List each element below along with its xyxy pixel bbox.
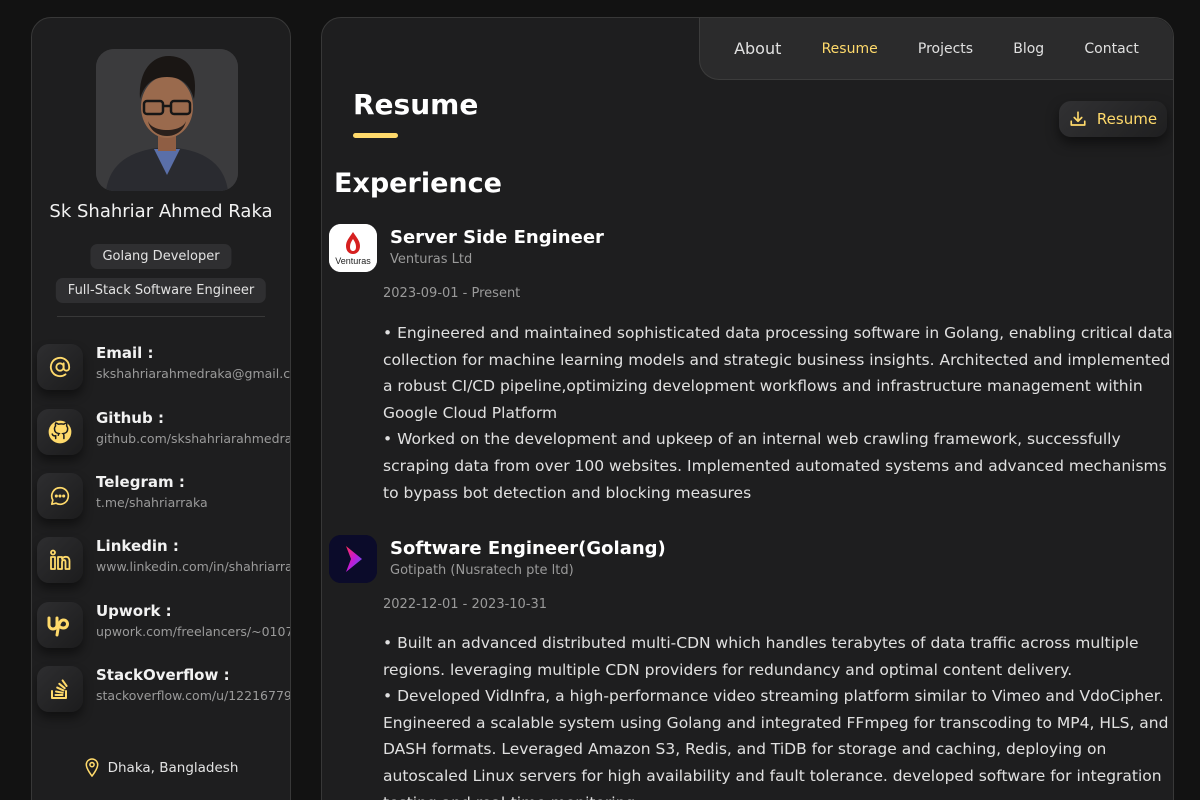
job-title: Server Side Engineer [390, 227, 604, 248]
navbar: About Resume Projects Blog Contact [699, 18, 1173, 80]
role-badge: Full-Stack Software Engineer [55, 278, 267, 303]
chat-icon [37, 473, 83, 519]
linkedin-icon [37, 537, 83, 583]
job-description: • Engineered and maintained sophisticate… [383, 320, 1173, 506]
contact-telegram: Telegram : t.me/shahriarraka [37, 473, 290, 523]
contact-label: Telegram : [96, 473, 185, 491]
sidebar: Sk Shahriar Ahmed Raka Golang Developer … [31, 17, 291, 800]
contact-label: StackOverflow : [96, 666, 230, 684]
nav-resume[interactable]: Resume [822, 41, 878, 57]
page-title: Resume [353, 88, 479, 121]
job-title: Software Engineer(Golang) [390, 538, 666, 559]
role-badge: Golang Developer [90, 244, 232, 269]
contact-upwork: Upwork : upwork.com/freelancers/~0107e [37, 602, 290, 652]
contact-email: Email : skshahriarahmedraka@gmail.com [37, 344, 290, 394]
job-bullet: • Worked on the development and upkeep o… [383, 430, 1167, 502]
contact-stackoverflow: StackOverflow : stackoverflow.com/u/1221… [37, 666, 290, 716]
divider [57, 316, 265, 317]
download-icon [1070, 111, 1086, 126]
map-pin-icon [85, 758, 99, 777]
contact-label: Linkedin : [96, 537, 179, 555]
avatar-photo [96, 49, 238, 191]
linkedin-link[interactable]: www.linkedin.com/in/shahriarraka [96, 559, 290, 574]
github-icon [37, 409, 83, 455]
venturas-logo: Venturas [329, 224, 377, 272]
title-underline [353, 133, 398, 138]
stackoverflow-icon [37, 666, 83, 712]
nav-projects[interactable]: Projects [918, 41, 973, 57]
telegram-link[interactable]: t.me/shahriarraka [96, 495, 208, 510]
download-label: Resume [1096, 110, 1158, 128]
nav-blog[interactable]: Blog [1013, 41, 1044, 57]
github-link[interactable]: github.com/skshahriarahmedraka [96, 431, 290, 446]
contact-label: Email : [96, 344, 154, 362]
upwork-link[interactable]: upwork.com/freelancers/~0107e [96, 624, 290, 639]
job-bullet: • Built an advanced distributed multi-CD… [383, 634, 1139, 679]
profile-name: Sk Shahriar Ahmed Raka [49, 201, 273, 222]
job-description: • Built an advanced distributed multi-CD… [383, 630, 1173, 800]
nav-contact[interactable]: Contact [1084, 41, 1138, 57]
job-date: 2022-12-01 - 2023-10-31 [383, 597, 548, 612]
upwork-icon [37, 602, 83, 648]
email-link[interactable]: skshahriarahmedraka@gmail.com [96, 366, 290, 381]
contact-label: Upwork : [96, 602, 172, 620]
job-company: Gotipath (Nusratech pte ltd) [390, 563, 574, 578]
location-text: Dhaka, Bangladesh [107, 759, 239, 776]
job-bullet: • Developed VidInfra, a high-performance… [383, 687, 1169, 800]
nav-about[interactable]: About [734, 39, 781, 58]
avatar [96, 49, 238, 191]
download-resume-button[interactable]: Resume [1059, 101, 1167, 137]
job-company: Venturas Ltd [390, 252, 473, 267]
job-bullet: • Engineered and maintained sophisticate… [383, 324, 1173, 422]
section-title: Experience [334, 168, 502, 199]
main-content: About Resume Projects Blog Contact Resum… [321, 17, 1174, 800]
svg-text:Venturas: Venturas [335, 256, 371, 266]
at-icon [37, 344, 83, 390]
stackoverflow-link[interactable]: stackoverflow.com/u/12216779 [96, 688, 290, 703]
contact-github: Github : github.com/skshahriarahmedraka [37, 409, 290, 459]
location: Dhaka, Bangladesh [32, 758, 290, 777]
job-date: 2023-09-01 - Present [383, 286, 521, 301]
contact-linkedin: Linkedin : www.linkedin.com/in/shahriarr… [37, 537, 290, 587]
gotipath-logo [329, 535, 377, 583]
contact-label: Github : [96, 409, 164, 427]
